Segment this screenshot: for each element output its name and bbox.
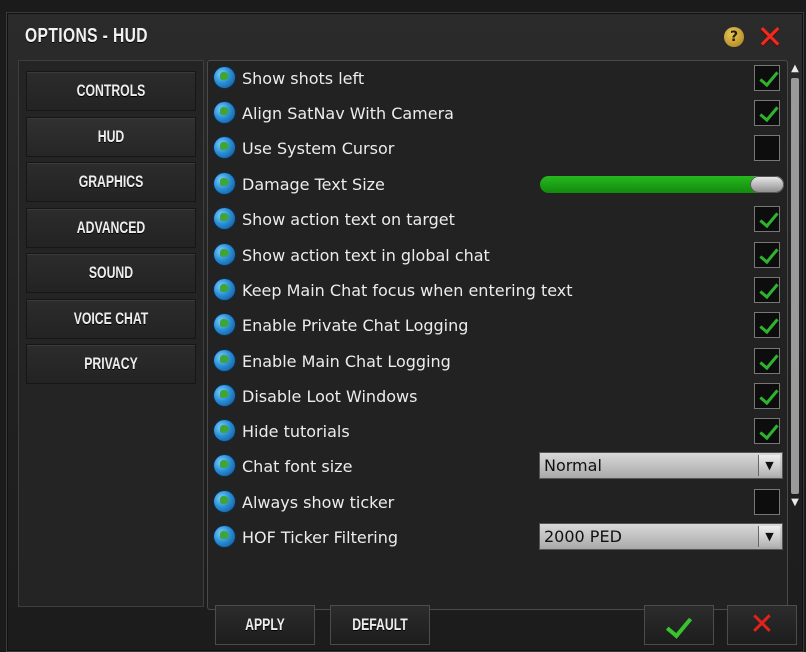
cancel-button[interactable]: ✕ (727, 605, 797, 645)
setting-label: Enable Private Chat Logging (242, 316, 469, 335)
setting-row-show-shots-left: Show shots left (208, 61, 787, 96)
setting-row-always-show-ticker: Always show ticker (208, 485, 787, 520)
chevron-down-icon[interactable]: ▼ (758, 526, 780, 547)
sidebar-item-label: PRIVACY (84, 354, 138, 373)
sidebar-item-label: ADVANCED (76, 218, 146, 237)
system-cursor-checkbox[interactable] (754, 135, 780, 161)
default-button-label: DEFAULT (352, 615, 408, 634)
sidebar-item-label: SOUND (88, 263, 134, 282)
settings-panel: Show shots left Align SatNav With Camera… (207, 60, 788, 610)
setting-label: Always show ticker (242, 493, 395, 512)
show-shots-left-checkbox[interactable] (754, 65, 780, 91)
options-window: OPTIONS - HUD ? ✕ CONTROLS HUD GRAPHICS … (6, 12, 804, 652)
slider-fill (540, 176, 784, 193)
always-show-ticker-checkbox[interactable] (754, 489, 780, 515)
globe-icon (214, 102, 235, 123)
hide-tutorials-checkbox[interactable] (754, 418, 780, 444)
globe-icon (214, 137, 235, 158)
setting-label: Disable Loot Windows (242, 387, 418, 406)
setting-row-system-cursor: Use System Cursor (208, 131, 787, 166)
setting-row-disable-loot-windows: Disable Loot Windows (208, 379, 787, 414)
sidebar-item-label: HUD (97, 127, 125, 146)
globe-icon (214, 526, 235, 547)
setting-label: Damage Text Size (242, 175, 385, 194)
globe-icon (214, 385, 235, 406)
globe-icon (214, 244, 235, 265)
default-button[interactable]: DEFAULT (330, 605, 430, 645)
setting-label: Align SatNav With Camera (242, 104, 454, 123)
globe-icon (214, 420, 235, 441)
sidebar-item-hud[interactable]: HUD (26, 117, 196, 157)
globe-icon (214, 208, 235, 229)
globe-icon (214, 279, 235, 300)
action-text-global-checkbox[interactable] (754, 242, 780, 268)
sidebar-item-label: VOICE CHAT (73, 309, 149, 328)
damage-text-size-slider[interactable] (540, 176, 784, 193)
scrollbar-thumb[interactable] (791, 78, 799, 494)
setting-row-private-chat-logging: Enable Private Chat Logging (208, 308, 787, 343)
sidebar-item-controls[interactable]: CONTROLS (26, 71, 196, 111)
keep-chat-focus-checkbox[interactable] (754, 277, 780, 303)
setting-label: Use System Cursor (242, 139, 395, 158)
align-satnav-checkbox[interactable] (754, 100, 780, 126)
hof-ticker-filtering-select[interactable]: 2000 PED ▼ (539, 523, 783, 550)
globe-icon (214, 491, 235, 512)
sidebar-item-voice-chat[interactable]: VOICE CHAT (26, 299, 196, 339)
sidebar-item-advanced[interactable]: ADVANCED (26, 208, 196, 248)
setting-label: HOF Ticker Filtering (242, 528, 399, 547)
chevron-down-icon[interactable]: ▼ (758, 455, 780, 476)
chat-font-size-select[interactable]: Normal ▼ (539, 452, 783, 479)
private-chat-logging-checkbox[interactable] (754, 312, 780, 338)
action-text-target-checkbox[interactable] (754, 206, 780, 232)
slider-handle[interactable] (750, 176, 784, 193)
setting-row-keep-chat-focus: Keep Main Chat focus when entering text (208, 273, 787, 308)
setting-row-main-chat-logging: Enable Main Chat Logging (208, 344, 787, 379)
apply-button-label: APPLY (245, 615, 285, 634)
scroll-down-icon[interactable]: ▼ (789, 496, 801, 510)
options-sidebar: CONTROLS HUD GRAPHICS ADVANCED SOUND VOI… (18, 60, 204, 607)
main-chat-logging-checkbox[interactable] (754, 348, 780, 374)
setting-row-action-text-global: Show action text in global chat (208, 238, 787, 273)
checkmark-icon (665, 611, 693, 639)
setting-label: Show action text on target (242, 210, 455, 229)
apply-button[interactable]: APPLY (215, 605, 315, 645)
window-title: OPTIONS - HUD (25, 25, 148, 47)
setting-row-chat-font-size: Chat font size Normal ▼ (208, 449, 787, 484)
help-icon[interactable]: ? (724, 27, 744, 47)
globe-icon (214, 350, 235, 371)
cancel-x-icon: ✕ (749, 607, 775, 642)
setting-label: Hide tutorials (242, 422, 350, 441)
setting-row-align-satnav: Align SatNav With Camera (208, 96, 787, 131)
title-bar: OPTIONS - HUD ? ✕ (7, 13, 803, 59)
disable-loot-windows-checkbox[interactable] (754, 383, 780, 409)
setting-label: Show shots left (242, 69, 365, 88)
setting-label: Show action text in global chat (242, 246, 490, 265)
select-value: 2000 PED (544, 527, 622, 546)
setting-label: Enable Main Chat Logging (242, 352, 451, 371)
setting-label: Chat font size (242, 457, 353, 476)
globe-icon (214, 173, 235, 194)
sidebar-item-sound[interactable]: SOUND (26, 253, 196, 293)
select-value: Normal (544, 456, 602, 475)
confirm-button[interactable] (644, 605, 714, 645)
setting-row-hof-ticker-filtering: HOF Ticker Filtering 2000 PED ▼ (208, 520, 787, 555)
close-icon[interactable]: ✕ (754, 21, 786, 53)
sidebar-item-privacy[interactable]: PRIVACY (26, 344, 196, 384)
sidebar-item-label: GRAPHICS (78, 172, 144, 191)
setting-row-damage-text-size: Damage Text Size (208, 167, 787, 202)
globe-icon (214, 314, 235, 335)
sidebar-item-label: CONTROLS (76, 81, 146, 100)
sidebar-item-graphics[interactable]: GRAPHICS (26, 162, 196, 202)
settings-scrollbar[interactable]: ▲ ▼ (788, 60, 802, 608)
setting-row-hide-tutorials: Hide tutorials (208, 414, 787, 449)
globe-icon (214, 455, 235, 476)
setting-label: Keep Main Chat focus when entering text (242, 281, 573, 300)
scroll-up-icon[interactable]: ▲ (789, 62, 801, 76)
setting-row-action-text-target: Show action text on target (208, 202, 787, 237)
globe-icon (214, 67, 235, 88)
